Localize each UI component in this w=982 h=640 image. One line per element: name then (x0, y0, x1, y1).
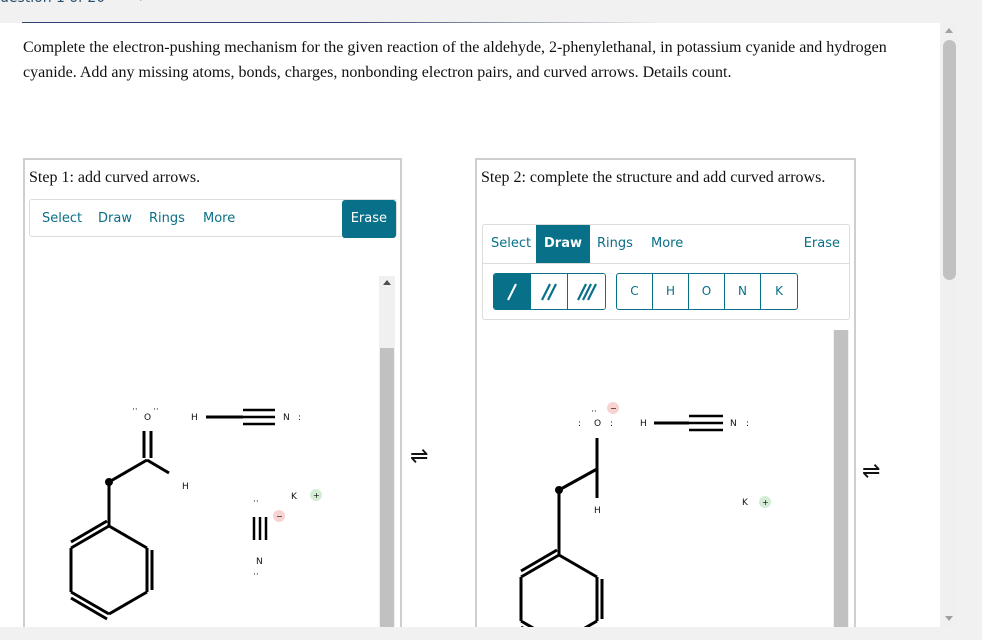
step1-tab-select[interactable]: Select (34, 200, 90, 238)
oxygen-lone-pair-right: : (610, 419, 613, 429)
hcn-nitrogen[interactable]: N (730, 419, 737, 429)
scroll-up-icon[interactable] (945, 28, 953, 33)
oxide-negative-charge[interactable]: − (610, 404, 617, 413)
atom-button-n[interactable]: N (725, 274, 761, 309)
step2-tab-rings[interactable]: Rings (589, 225, 641, 263)
scroll-up-icon[interactable] (383, 280, 391, 285)
c-c-bond (108, 458, 148, 484)
hcn-hydrogen[interactable]: H (191, 413, 198, 423)
step2-title: Step 2: complete the structure and add c… (481, 169, 826, 186)
step2-canvas-scrollbar[interactable] (833, 330, 849, 627)
cyanide-n-lone-pair: ·· (253, 570, 259, 580)
cyanide-negative-charge[interactable]: − (276, 512, 283, 521)
question-counter: uestion 1 of 20 (0, 0, 105, 6)
step2-toolbar: Select Draw Rings More Erase C H O N K (482, 224, 850, 320)
hcn-hydrogen[interactable]: H (640, 419, 647, 429)
step1-canvas-scrollbar[interactable] (379, 276, 395, 627)
oxygen-lone-pair-top: ·· (591, 407, 597, 417)
cyanide-nitrogen[interactable]: N (256, 557, 263, 567)
atom-type-group: C H O N K (616, 273, 798, 310)
step1-panel: Step 1: add curved arrows. Select Draw R… (23, 158, 402, 627)
step1-toolbar: Select Draw Rings More Erase (29, 199, 397, 238)
page-scroll-thumb[interactable] (943, 40, 956, 280)
hcn-n-lone-pair: : (746, 419, 749, 429)
step2-tab-select[interactable]: Select (483, 225, 539, 263)
c-h-bond (146, 458, 170, 475)
question-text: Complete the electron-pushing mechanism … (23, 39, 887, 81)
step2-tab-more[interactable]: More (643, 225, 691, 263)
lower-hydrogen[interactable]: H (594, 506, 601, 516)
step2-panel: Step 2: complete the structure and add c… (475, 158, 856, 627)
oxygen-atom[interactable]: O (594, 419, 601, 429)
question-nav[interactable]: uestion 1 of 20 › (0, 0, 145, 6)
oxygen-lone-pair-left: ·· (132, 405, 138, 415)
c-c-bond (558, 467, 598, 492)
page-scrollbar[interactable] (940, 23, 957, 627)
step1-erase-button[interactable]: Erase (341, 200, 396, 238)
triple-bond-icon (576, 283, 597, 300)
step2-molecule-svg: H O : : ·· − H N : K + (519, 402, 771, 627)
atom-button-k[interactable]: K (761, 274, 797, 309)
triple-bond-button[interactable] (568, 274, 605, 309)
hcn-nitrogen[interactable]: N (283, 413, 290, 423)
benzene-ring (69, 519, 154, 621)
cyanide-carbon-lone-pair: ·· (253, 497, 259, 507)
oxygen-lone-pair-left: : (578, 419, 581, 429)
single-bond-icon (507, 283, 517, 300)
benzene-ring (519, 548, 604, 627)
step1-tab-more[interactable]: More (195, 200, 243, 238)
double-bond-icon (541, 283, 557, 300)
equilibrium-arrow-2: ⇌ (862, 458, 881, 483)
double-bond-button[interactable] (531, 274, 568, 309)
step2-erase-button[interactable]: Erase (795, 225, 849, 263)
bond-type-group (493, 273, 606, 310)
equilibrium-arrow-1: ⇌ (410, 443, 429, 468)
atom-button-o[interactable]: O (689, 274, 725, 309)
potassium-atom[interactable]: K (291, 492, 298, 502)
step1-title: Step 1: add curved arrows. (29, 169, 201, 186)
hcn-n-lone-pair: : (298, 413, 301, 423)
step2-tab-draw[interactable]: Draw (536, 225, 590, 263)
chevron-right-icon[interactable]: › (139, 0, 145, 6)
potassium-positive-charge[interactable]: + (313, 491, 320, 500)
step1-drawing-canvas[interactable]: O ·· ·· H H N : ·· − N ·· K + (25, 240, 400, 627)
step2-drawing-canvas[interactable]: H O : : ·· − H N : K + (477, 320, 854, 627)
question-content: Complete the electron-pushing mechanism … (0, 23, 940, 627)
step1-tab-rings[interactable]: Rings (141, 200, 193, 238)
atom-button-h[interactable]: H (653, 274, 689, 309)
aldehyde-hydrogen[interactable]: H (182, 482, 189, 492)
step1-tab-draw[interactable]: Draw (90, 200, 140, 238)
oxygen-atom[interactable]: O (144, 413, 151, 423)
single-bond-button[interactable] (494, 274, 531, 309)
scroll-down-icon[interactable] (945, 616, 953, 621)
step1-scroll-thumb[interactable] (380, 348, 394, 627)
atom-button-c[interactable]: C (617, 274, 653, 309)
step1-molecule-svg: O ·· ·· H H N : ·· − N ·· K + (69, 405, 322, 621)
oxygen-lone-pair-right: ·· (153, 405, 159, 415)
top-bar: uestion 1 of 20 › (0, 0, 982, 22)
step2-scroll-thumb[interactable] (834, 330, 848, 627)
potassium-positive-charge[interactable]: + (762, 498, 769, 507)
potassium-atom[interactable]: K (742, 498, 749, 508)
